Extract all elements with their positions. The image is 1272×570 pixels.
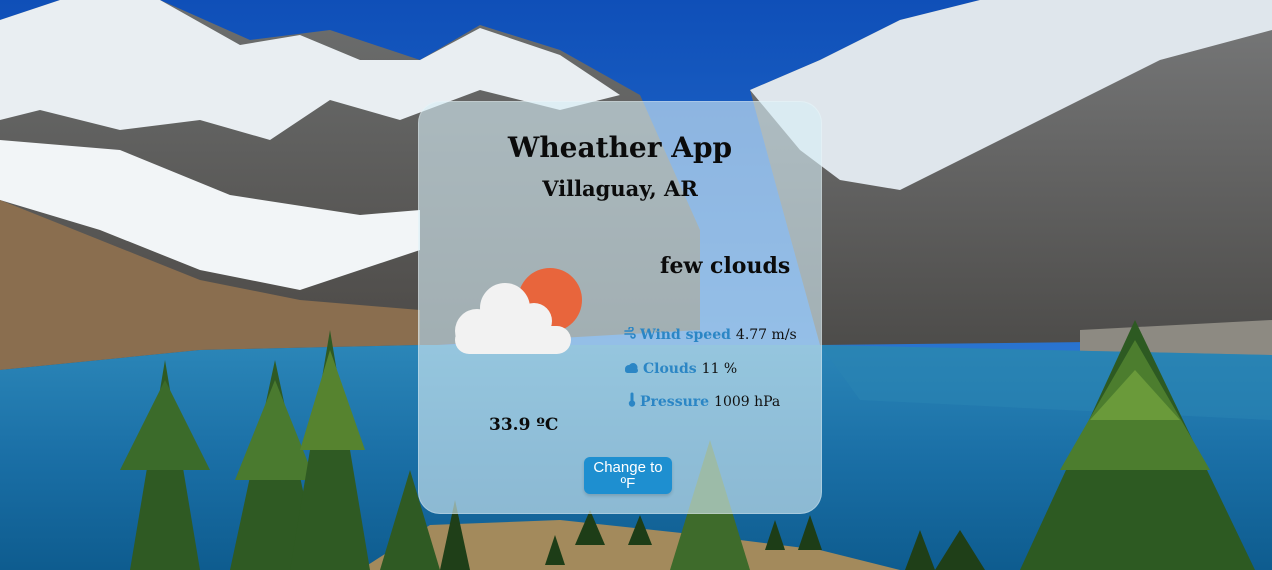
wind-speed-label: Wind speed [640, 327, 731, 343]
few-clouds-icon [451, 266, 585, 358]
location-name: Villaguay, AR [542, 176, 698, 201]
app-title: Wheather App [507, 131, 733, 164]
thermometer-icon [628, 392, 636, 411]
wind-icon [624, 326, 636, 343]
pressure-label: Pressure [640, 393, 710, 410]
clouds-label: Clouds [643, 361, 697, 377]
clouds-value: 11 % [701, 361, 738, 377]
pressure-stat: Pressure 1009 hPa [628, 392, 780, 411]
weather-description: few clouds [660, 253, 791, 279]
wind-speed-stat: Wind speed 4.77 m/s [624, 326, 797, 343]
wind-speed-value: 4.77 m/s [735, 327, 797, 343]
weather-card: Wheather App Villaguay, AR few clouds Wi… [418, 101, 822, 514]
temperature-value: 33.9 ºC [489, 415, 559, 435]
clouds-stat: Clouds 11 % [624, 361, 737, 377]
pressure-value: 1009 hPa [714, 393, 781, 410]
change-unit-button[interactable]: Change to ºF [584, 457, 672, 494]
cloud-icon [624, 361, 639, 377]
